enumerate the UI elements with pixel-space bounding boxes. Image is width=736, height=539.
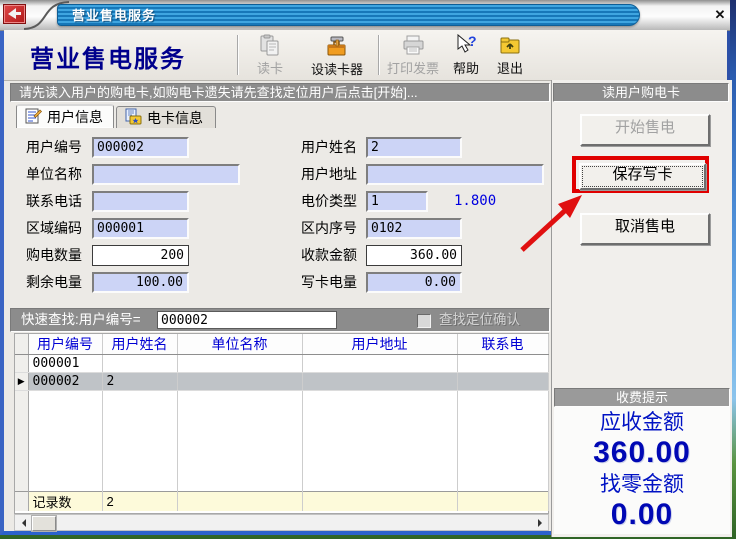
phone-label: 联系电话	[26, 191, 82, 212]
help-icon: ?	[454, 33, 479, 58]
exit-label: 退出	[497, 58, 523, 77]
user-id-field[interactable]	[92, 137, 189, 158]
receivable-label: 应收金额	[600, 409, 684, 436]
svg-text:?: ?	[468, 33, 477, 49]
find-confirm-checkbox[interactable]	[417, 314, 431, 328]
right-panel-header: 读用户购电卡	[553, 83, 729, 102]
row-selector-header	[15, 334, 28, 355]
col-unit-name[interactable]: 单位名称	[177, 334, 302, 355]
change-value: 0.00	[611, 498, 673, 531]
user-id-label: 用户编号	[26, 137, 82, 158]
amount-received-field[interactable]	[366, 245, 462, 266]
receivable-value: 360.00	[593, 436, 691, 469]
selected-row-marker: ▶	[15, 373, 28, 391]
save-write-card-button[interactable]: 保存写卡	[579, 163, 706, 190]
card-info-icon	[125, 108, 142, 128]
price-type-field[interactable]	[366, 191, 428, 212]
user-table: 用户编号 用户姓名 单位名称 用户地址 联系电 000001 ▶ 000002 …	[14, 333, 549, 514]
logo-glyph	[5, 6, 24, 22]
toolbar-separator	[378, 35, 380, 75]
help-button[interactable]: ? 帮助	[446, 33, 486, 77]
table-header-row: 用户编号 用户姓名 单位名称 用户地址 联系电	[15, 334, 548, 355]
card-write-power-label: 写卡电量	[301, 272, 357, 293]
window-title: 营业售电服务	[57, 4, 640, 26]
col-user-name[interactable]: 用户姓名	[102, 334, 177, 355]
price-rate-text: 1.800	[454, 191, 496, 212]
start-sale-button: 开始售电	[580, 114, 710, 146]
quick-find-input[interactable]	[157, 311, 337, 329]
print-invoice-label: 打印发票	[387, 58, 439, 77]
price-type-label: 电价类型	[301, 191, 357, 212]
printer-icon	[401, 33, 426, 58]
right-panel: 开始售电 保存写卡 取消售电 收费提示 应收金额 360.00 找零金额 0.0…	[551, 80, 732, 537]
tab-card-info-label: 电卡信息	[147, 108, 203, 128]
card-reader-icon	[258, 33, 282, 58]
amount-received-label: 收款金额	[301, 245, 357, 266]
col-user-id[interactable]: 用户编号	[28, 334, 102, 355]
help-label: 帮助	[453, 58, 479, 77]
table-footer-row: 记录数 2	[15, 492, 548, 512]
area-code-label: 区域编码	[26, 218, 82, 239]
unit-name-label: 单位名称	[26, 164, 82, 185]
cancel-sale-button[interactable]: 取消售电	[580, 213, 710, 245]
table-row-selected[interactable]: ▶ 000002 2	[15, 373, 548, 391]
page-title: 营业售电服务	[30, 39, 186, 74]
table-hscrollbar[interactable]	[14, 514, 549, 531]
purchase-qty-label: 购电数量	[26, 245, 82, 266]
close-icon[interactable]: ✕	[710, 6, 730, 24]
read-card-label: 读卡	[257, 58, 283, 77]
user-name-field[interactable]	[366, 137, 462, 158]
read-card-button: 读卡	[244, 33, 296, 77]
table-empty-area	[15, 391, 548, 492]
card-write-power-field[interactable]	[366, 272, 462, 293]
title-bar: 营业售电服务 ✕	[0, 0, 730, 31]
set-reader-button[interactable]: 设读卡器	[300, 33, 374, 77]
toolbar-separator	[237, 35, 239, 75]
area-serial-label: 区内序号	[301, 218, 357, 239]
user-name-label: 用户姓名	[301, 137, 357, 158]
area-serial-field[interactable]	[366, 218, 462, 239]
app-logo-icon	[3, 4, 26, 24]
print-invoice-button: 打印发票	[382, 33, 444, 77]
quick-find-bar: 快速查找:用户编号= 查找定位确认	[10, 308, 550, 332]
fee-header: 收费提示	[554, 388, 730, 407]
col-user-address[interactable]: 用户地址	[302, 334, 457, 355]
remaining-power-field[interactable]	[92, 272, 189, 293]
toolbar: 营业售电服务 读卡	[4, 30, 727, 81]
exit-icon	[498, 33, 522, 58]
exit-button[interactable]: 退出	[490, 33, 530, 77]
scrollbar-thumb[interactable]	[32, 516, 56, 531]
user-address-field[interactable]	[366, 164, 544, 185]
purchase-qty-field[interactable]	[92, 245, 189, 266]
tab-user-info-label: 用户信息	[47, 107, 103, 127]
app-window: 营业售电服务 ✕ 营业售电服务 读卡	[0, 0, 730, 535]
scroll-right-icon[interactable]	[532, 516, 547, 529]
set-reader-label: 设读卡器	[311, 59, 363, 78]
quick-find-label: 快速查找:用户编号=	[21, 312, 141, 327]
remaining-power-label: 剩余电量	[26, 272, 82, 293]
record-count-label: 记录数	[28, 492, 102, 512]
col-phone[interactable]: 联系电	[457, 334, 548, 355]
unit-name-field[interactable]	[92, 164, 240, 185]
table-row[interactable]: 000001	[15, 355, 548, 373]
area-code-field[interactable]	[92, 218, 189, 239]
tab-card-info[interactable]: 电卡信息	[116, 106, 216, 128]
user-info-icon	[25, 107, 42, 127]
instruction-bar: 请先读入用户的购电卡,如购电卡遗失请先查找定位用户后点击[开始]...	[10, 83, 550, 102]
tab-user-info[interactable]: 用户信息	[16, 104, 114, 128]
fee-box: 应收金额 360.00 找零金额 0.00	[554, 407, 730, 534]
record-count-value: 2	[102, 492, 177, 512]
phone-field[interactable]	[92, 191, 189, 212]
user-address-label: 用户地址	[301, 164, 357, 185]
toolbox-icon	[324, 33, 350, 59]
find-confirm-label: 查找定位确认	[439, 309, 520, 331]
change-label: 找零金额	[600, 471, 684, 498]
scroll-left-icon[interactable]	[16, 516, 31, 529]
